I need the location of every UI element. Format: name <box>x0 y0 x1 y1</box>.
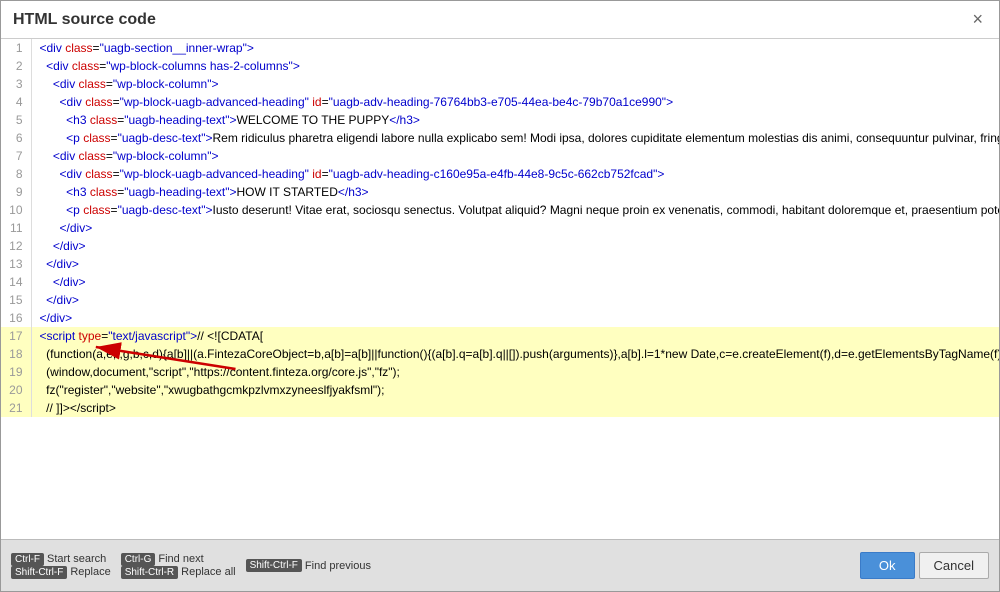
code-content: </div> <box>31 273 999 291</box>
line-number: 12 <box>1 237 31 255</box>
table-row: 9 <h3 class="uagb-heading-text">HOW IT S… <box>1 183 999 201</box>
cancel-button[interactable]: Cancel <box>919 552 989 579</box>
code-content: <h3 class="uagb-heading-text">HOW IT STA… <box>31 183 999 201</box>
line-number: 15 <box>1 291 31 309</box>
line-number: 9 <box>1 183 31 201</box>
bottom-bar: Ctrl-F Start search Shift-Ctrl-F Replace… <box>1 539 999 591</box>
table-row: 19 (window,document,"script","https://co… <box>1 363 999 381</box>
table-row: 13 </div> <box>1 255 999 273</box>
table-row: 10 <p class="uagb-desc-text">Iusto deser… <box>1 201 999 219</box>
html-source-dialog: HTML source code × 1<div class="uagb-sec… <box>0 0 1000 592</box>
code-content: fz("register","website","xwugbathgcmkpzl… <box>31 381 999 399</box>
line-number: 6 <box>1 129 31 147</box>
code-content: <script type="text/javascript">// <![CDA… <box>31 327 999 345</box>
shortcut-find-previous: Shift-Ctrl-F Find previous <box>246 559 371 572</box>
table-row: 17<script type="text/javascript">// <![C… <box>1 327 999 345</box>
line-number: 3 <box>1 75 31 93</box>
line-number: 4 <box>1 93 31 111</box>
table-row: 4 <div class="wp-block-uagb-advanced-hea… <box>1 93 999 111</box>
line-number: 1 <box>1 39 31 57</box>
code-content: <h3 class="uagb-heading-text">WELCOME TO… <box>31 111 999 129</box>
code-content: (window,document,"script","https://conte… <box>31 363 999 381</box>
table-row: 3 <div class="wp-block-column"> <box>1 75 999 93</box>
code-table: 1<div class="uagb-section__inner-wrap">2… <box>1 39 999 417</box>
line-number: 2 <box>1 57 31 75</box>
code-wrapper: 1<div class="uagb-section__inner-wrap">2… <box>1 39 999 539</box>
code-content: <div class="wp-block-column"> <box>31 147 999 165</box>
kbd-shift-ctrl-f2: Shift-Ctrl-F <box>246 559 302 572</box>
label-find-next: Find next <box>158 553 203 565</box>
shortcut-start-search: Ctrl-F Start search Shift-Ctrl-F Replace <box>11 553 111 579</box>
line-number: 10 <box>1 201 31 219</box>
table-row: 5 <h3 class="uagb-heading-text">WELCOME … <box>1 111 999 129</box>
code-content: <p class="uagb-desc-text">Iusto deserunt… <box>31 201 999 219</box>
label-find-previous: Find previous <box>305 560 371 572</box>
line-number: 8 <box>1 165 31 183</box>
table-row: 11 </div> <box>1 219 999 237</box>
table-row: 18 (function(a,e,f,g,b,c,d){a[b]||(a.Fin… <box>1 345 999 363</box>
line-number: 14 <box>1 273 31 291</box>
code-content: </div> <box>31 219 999 237</box>
label-replace-all: Replace all <box>181 566 235 578</box>
code-content: (function(a,e,f,g,b,c,d){a[b]||(a.Fintez… <box>31 345 999 363</box>
shortcut-find-next: Ctrl-G Find next Shift-Ctrl-R Replace al… <box>121 553 236 579</box>
code-content: </div> <box>31 237 999 255</box>
table-row: 1<div class="uagb-section__inner-wrap"> <box>1 39 999 57</box>
code-content: <div class="wp-block-uagb-advanced-headi… <box>31 165 999 183</box>
line-number: 17 <box>1 327 31 345</box>
line-number: 7 <box>1 147 31 165</box>
code-content: <p class="uagb-desc-text">Rem ridiculus … <box>31 129 999 147</box>
line-number: 5 <box>1 111 31 129</box>
label-start-search: Start search <box>47 553 106 565</box>
code-content: </div> <box>31 291 999 309</box>
code-scroll-area[interactable]: 1<div class="uagb-section__inner-wrap">2… <box>1 39 999 539</box>
table-row: 7 <div class="wp-block-column"> <box>1 147 999 165</box>
close-button[interactable]: × <box>968 9 987 30</box>
table-row: 16</div> <box>1 309 999 327</box>
table-row: 20 fz("register","website","xwugbathgcmk… <box>1 381 999 399</box>
dialog-title-bar: HTML source code × <box>1 1 999 39</box>
table-row: 15 </div> <box>1 291 999 309</box>
kbd-shift-ctrl-f: Shift-Ctrl-F <box>11 566 67 579</box>
label-replace: Replace <box>70 566 110 578</box>
kbd-ctrl-f: Ctrl-F <box>11 553 44 566</box>
code-content: </div> <box>31 255 999 273</box>
kbd-ctrl-g: Ctrl-G <box>121 553 156 566</box>
code-content: <div class="uagb-section__inner-wrap"> <box>31 39 999 57</box>
table-row: 2 <div class="wp-block-columns has-2-col… <box>1 57 999 75</box>
code-content: <div class="wp-block-column"> <box>31 75 999 93</box>
ok-button[interactable]: Ok <box>860 552 915 579</box>
table-row: 6 <p class="uagb-desc-text">Rem ridiculu… <box>1 129 999 147</box>
line-number: 11 <box>1 219 31 237</box>
code-content: // ]]></script> <box>31 399 999 417</box>
line-number: 16 <box>1 309 31 327</box>
table-row: 8 <div class="wp-block-uagb-advanced-hea… <box>1 165 999 183</box>
code-content: <div class="wp-block-uagb-advanced-headi… <box>31 93 999 111</box>
table-row: 21 // ]]></script> <box>1 399 999 417</box>
line-number: 13 <box>1 255 31 273</box>
dialog-title: HTML source code <box>13 11 156 29</box>
table-row: 14 </div> <box>1 273 999 291</box>
line-number: 21 <box>1 399 31 417</box>
kbd-shift-ctrl-r: Shift-Ctrl-R <box>121 566 178 579</box>
code-content: <div class="wp-block-columns has-2-colum… <box>31 57 999 75</box>
table-row: 12 </div> <box>1 237 999 255</box>
line-number: 18 <box>1 345 31 363</box>
line-number: 20 <box>1 381 31 399</box>
code-content: </div> <box>31 309 999 327</box>
line-number: 19 <box>1 363 31 381</box>
